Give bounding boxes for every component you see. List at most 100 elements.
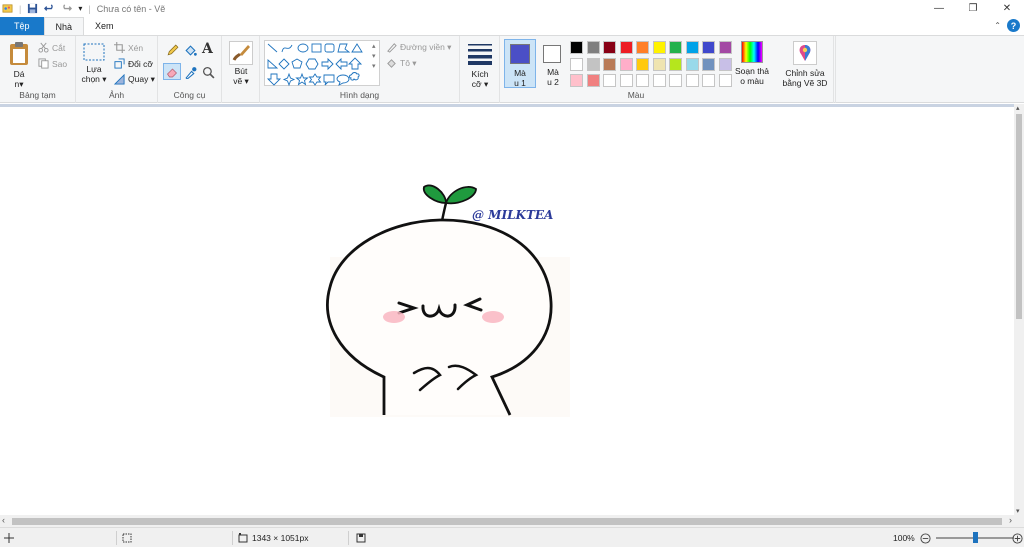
polygon-shape-icon (337, 43, 351, 53)
group-brushes: Bút vẽ ▾ (222, 36, 260, 103)
pencil-icon[interactable] (166, 44, 179, 57)
zoom-slider-thumb[interactable] (972, 532, 978, 543)
tab-view[interactable]: Xem (84, 17, 125, 35)
palette-swatch[interactable] (652, 57, 666, 71)
copy-button[interactable]: Sao (38, 58, 67, 69)
up-arrow-shape-icon (347, 57, 363, 70)
four-point-star-shape-icon (282, 72, 296, 87)
zoom-out-button[interactable] (920, 528, 931, 547)
edit-colors-label: Soạn thả o màu (734, 66, 770, 86)
close-button[interactable]: ✕ (990, 0, 1024, 17)
zoom-in-button[interactable] (1012, 528, 1023, 547)
vertical-scrollbar[interactable]: ▴ ▾ (1014, 104, 1024, 515)
canvas-drawing: @ MILKTEA (326, 184, 570, 417)
crop-label: Xén (128, 42, 144, 53)
palette-swatch[interactable] (570, 41, 583, 54)
palette-swatch[interactable] (586, 41, 600, 54)
paint-app-icon[interactable] (2, 3, 13, 14)
palette-swatch[interactable] (570, 74, 583, 87)
fill-bucket-icon[interactable] (184, 44, 197, 57)
magnifier-icon[interactable] (202, 66, 215, 79)
vertical-scroll-thumb[interactable] (1016, 114, 1022, 319)
palette-swatch[interactable] (603, 57, 616, 71)
undo-icon[interactable] (44, 3, 55, 14)
brushes-button[interactable]: Bút vẽ ▾ (226, 41, 256, 86)
palette-swatch[interactable] (636, 74, 649, 87)
customize-qa-icon[interactable]: ▾ (78, 4, 82, 13)
color2-swatch (543, 45, 561, 63)
select-button[interactable]: Lựa chọn ▾ (80, 42, 108, 84)
shapes-gallery[interactable] (264, 40, 380, 87)
palette-swatch[interactable] (702, 74, 715, 87)
palette-swatch[interactable] (586, 74, 600, 87)
help-icon[interactable]: ? (1007, 19, 1020, 32)
palette-swatch[interactable] (636, 41, 649, 54)
zoom-in-icon (1012, 532, 1023, 544)
scroll-left-icon[interactable]: ‹ (2, 515, 5, 525)
ribbon-collapse-icon[interactable]: ⌃ (994, 21, 1001, 30)
crop-button[interactable]: Xén (114, 42, 143, 53)
palette-swatch[interactable] (652, 41, 666, 54)
color-picker-icon[interactable] (184, 66, 197, 79)
restore-button[interactable]: ❐ (956, 0, 990, 17)
color1-button[interactable]: Mà u 1 (504, 39, 536, 88)
drawing-canvas[interactable]: @ MILKTEA (0, 107, 1014, 515)
right-blush (482, 311, 504, 323)
paste-icon (10, 42, 28, 65)
shapes-group-label: Hình dạng (339, 90, 380, 100)
palette-swatch[interactable] (685, 57, 699, 71)
edit-colors-button[interactable]: Soạn thả o màu (732, 41, 772, 86)
save-icon[interactable] (27, 3, 38, 14)
tab-home[interactable]: Nhà (43, 17, 85, 35)
palette-swatch[interactable] (570, 57, 583, 71)
palette-swatch[interactable] (718, 57, 732, 71)
minimize-button[interactable]: — (922, 0, 956, 17)
tab-file[interactable]: Tệp (0, 17, 44, 35)
palette-swatch[interactable] (603, 74, 616, 87)
palette-swatch[interactable] (603, 41, 616, 54)
palette-swatch[interactable] (685, 41, 699, 54)
paste-label: Dá n▾ (13, 69, 25, 89)
qa-separator: | (19, 3, 22, 14)
outline-button[interactable]: Đường viền ▾ (386, 42, 451, 53)
scissors-icon (38, 42, 49, 53)
fill-button[interactable]: Tô ▾ (386, 58, 417, 69)
horizontal-scrollbar[interactable]: ‹ › (0, 515, 1014, 527)
color1-label: Mà u 1 (514, 68, 526, 88)
size-button[interactable]: Kích cỡ ▾ (464, 41, 496, 89)
rotate-button[interactable]: Quay ▾ (114, 74, 155, 85)
palette-swatch[interactable] (636, 57, 649, 71)
redo-icon[interactable] (61, 3, 73, 14)
paste-button[interactable]: Dá n▾ (6, 41, 32, 89)
scroll-right-icon[interactable]: › (1009, 515, 1012, 525)
palette-swatch[interactable] (685, 74, 699, 87)
palette-swatch[interactable] (586, 57, 600, 71)
palette-swatch[interactable] (702, 41, 715, 54)
horizontal-scroll-thumb[interactable] (12, 518, 1002, 525)
triangle-shape-icon (351, 43, 363, 53)
edit-with-paint3d-button[interactable]: Chỉnh sửa bằng Vẽ 3D (778, 41, 832, 88)
palette-swatch[interactable] (718, 74, 732, 87)
text-tool-icon[interactable]: A (202, 41, 213, 57)
palette-swatch[interactable] (702, 57, 715, 71)
cut-button[interactable]: Cắt (38, 42, 65, 53)
left-arrow-shape-icon (335, 57, 348, 71)
palette-swatch[interactable] (619, 57, 633, 71)
palette-swatch[interactable] (669, 41, 682, 54)
shapes-scroll[interactable]: ▴ ▾ ▾ (372, 42, 376, 72)
palette-swatch[interactable] (669, 57, 682, 71)
status-separator-3 (348, 531, 349, 545)
palette-swatch[interactable] (619, 41, 633, 54)
palette-swatch[interactable] (669, 74, 682, 87)
five-point-star-shape-icon (295, 72, 309, 86)
scroll-up-icon[interactable]: ▴ (1016, 104, 1020, 112)
scroll-down-icon[interactable]: ▾ (1016, 507, 1020, 515)
palette-swatch[interactable] (718, 41, 732, 54)
ribbon-tabs: Tệp Nhà Xem ⌃ ? (0, 17, 1024, 35)
eraser-tool-selected[interactable] (163, 63, 181, 80)
resize-button[interactable]: Đổi cỡ (114, 58, 153, 69)
line-shape-icon (267, 43, 278, 53)
palette-swatch[interactable] (619, 74, 633, 87)
palette-swatch[interactable] (652, 74, 666, 87)
color2-button[interactable]: Mà u 2 (538, 39, 568, 88)
